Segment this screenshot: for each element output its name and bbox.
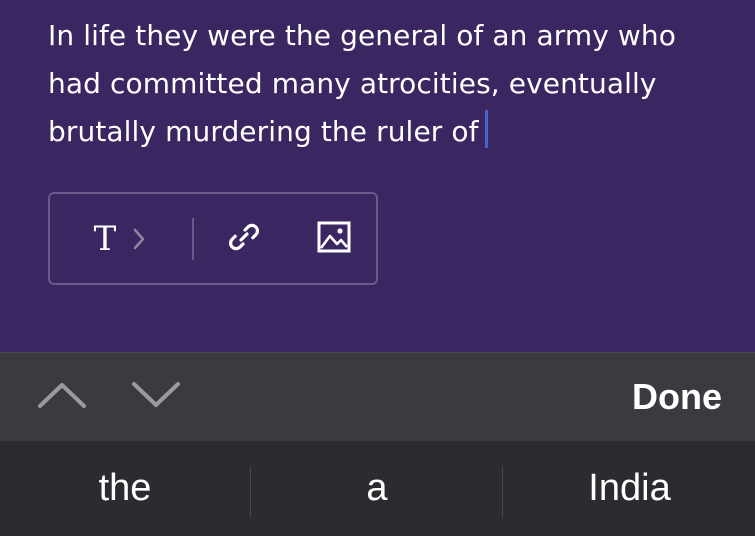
editor-body-text: In life they were the general of an army… xyxy=(48,19,676,148)
text-style-icon: T xyxy=(93,218,117,259)
suggestion-item[interactable]: the xyxy=(0,441,250,536)
previous-field-button[interactable] xyxy=(32,367,92,427)
keyboard-accessory-bar: Done xyxy=(0,352,755,441)
editor-text-field[interactable]: In life they were the general of an army… xyxy=(48,12,728,156)
chevron-up-icon xyxy=(36,379,88,415)
toolbar-divider xyxy=(192,218,194,260)
chevron-right-icon xyxy=(132,227,146,251)
suggestion-item[interactable]: a xyxy=(252,441,502,536)
link-button[interactable] xyxy=(214,194,274,283)
image-button[interactable] xyxy=(304,194,364,283)
suggestion-divider xyxy=(250,467,251,517)
text-style-button[interactable]: T xyxy=(50,194,190,283)
chevron-down-icon xyxy=(130,379,182,415)
next-field-button[interactable] xyxy=(126,367,186,427)
text-caret xyxy=(484,110,488,148)
format-toolbar: T xyxy=(48,192,378,285)
editor-area[interactable]: In life they were the general of an army… xyxy=(0,0,755,352)
keyboard-suggestion-bar: the a India xyxy=(0,441,755,536)
suggestion-divider xyxy=(502,467,503,517)
suggestion-item[interactable]: India xyxy=(504,441,755,536)
image-icon xyxy=(316,219,352,259)
done-button[interactable]: Done xyxy=(632,375,722,419)
link-icon xyxy=(226,219,262,259)
